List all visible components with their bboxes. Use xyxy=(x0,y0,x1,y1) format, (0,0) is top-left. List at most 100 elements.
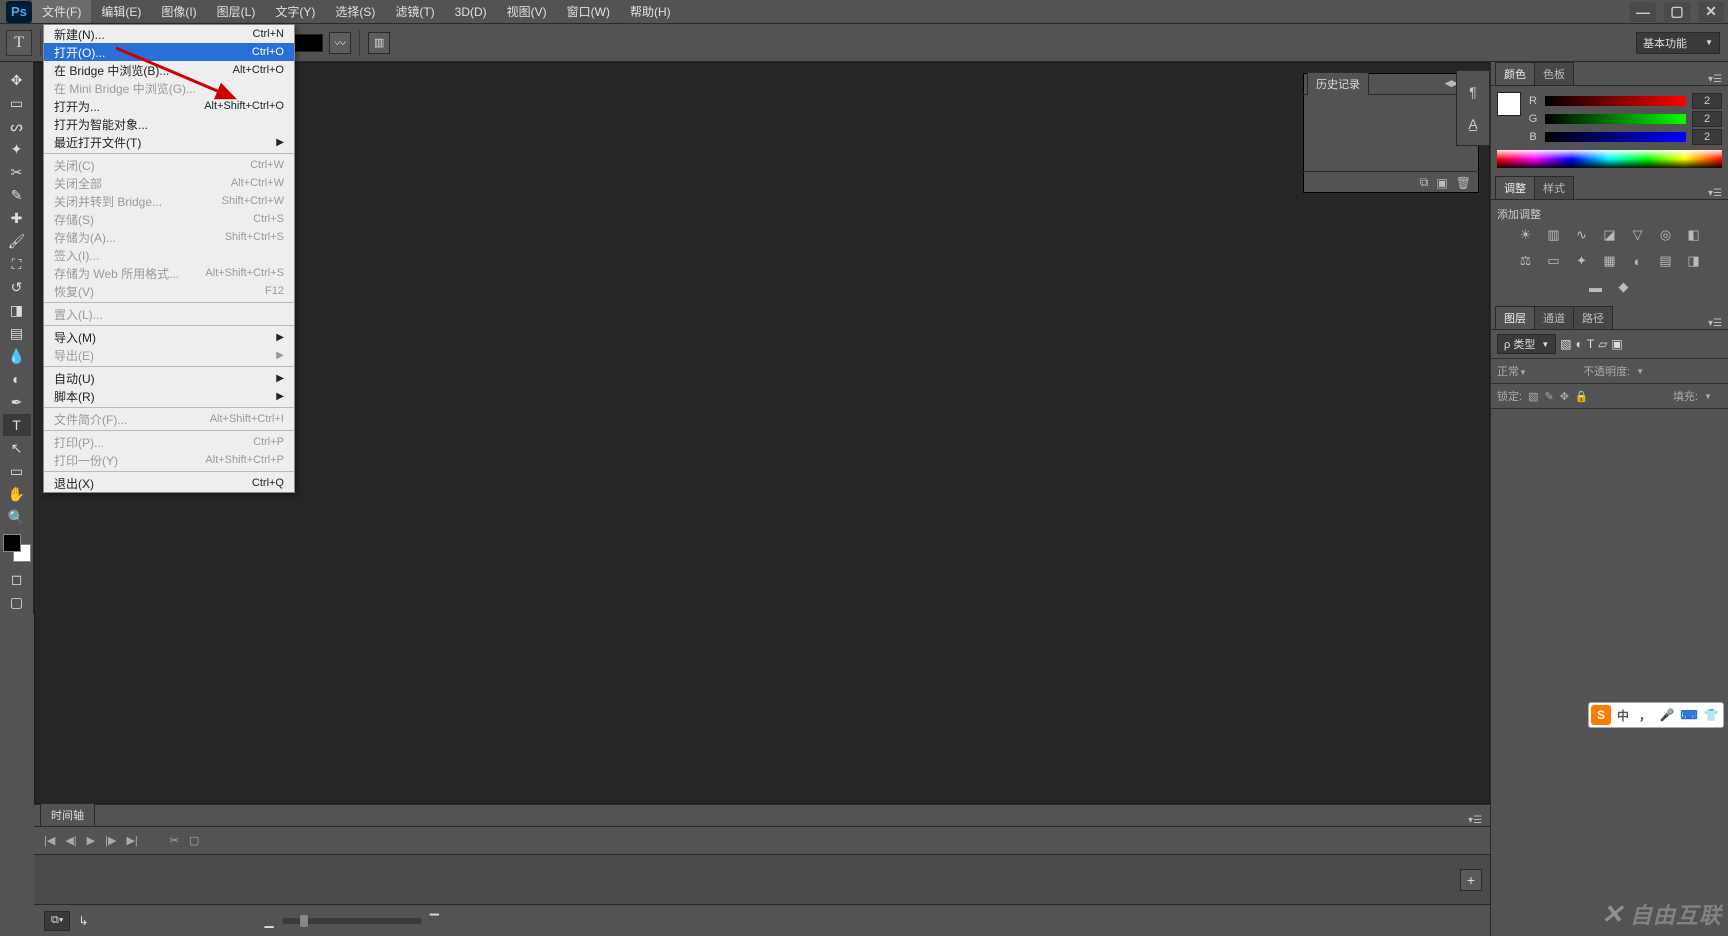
tab-timeline[interactable]: 时间轴 xyxy=(40,803,95,826)
tool-move[interactable]: ✥ xyxy=(3,69,31,91)
menu-item[interactable]: 导入(M)▶ xyxy=(44,328,294,346)
menu-选择[interactable]: 选择(S) xyxy=(325,0,385,23)
timeline-zoom-slider[interactable] xyxy=(282,918,422,924)
tool-hand[interactable]: ✋ xyxy=(3,483,31,505)
window-close-button[interactable]: ✕ xyxy=(1698,2,1724,22)
curves-icon[interactable]: ∿ xyxy=(1572,226,1592,244)
timeline-track-area[interactable]: + xyxy=(34,855,1490,904)
menu-item[interactable]: 自动(U)▶ xyxy=(44,369,294,387)
menu-3d[interactable]: 3D(D) xyxy=(445,0,497,23)
menu-item[interactable]: 打开为智能对象... xyxy=(44,115,294,133)
opacity-field[interactable]: ▼ xyxy=(1636,365,1654,377)
menu-item[interactable]: 脚本(R)▶ xyxy=(44,387,294,405)
ime-skin-icon[interactable]: 👕 xyxy=(1701,705,1721,725)
filter-smart-icon[interactable]: ▣ xyxy=(1611,337,1622,351)
filter-shape-icon[interactable]: ▱ xyxy=(1598,337,1607,351)
levels-icon[interactable]: ▥ xyxy=(1544,226,1564,244)
lock-all-icon[interactable]: 🔒 xyxy=(1575,390,1589,403)
panel-menu-icon[interactable]: ▾☰ xyxy=(1702,74,1728,85)
history-list[interactable] xyxy=(1303,95,1479,171)
slider-b[interactable] xyxy=(1545,132,1686,142)
menu-图像[interactable]: 图像(I) xyxy=(151,0,206,23)
menu-滤镜[interactable]: 滤镜(T) xyxy=(385,0,444,23)
window-minimize-button[interactable]: — xyxy=(1630,2,1656,22)
workspace-dropdown[interactable]: 基本功能 ▼ xyxy=(1636,32,1720,54)
threshold-icon[interactable]: ◨ xyxy=(1684,252,1704,270)
menu-窗口[interactable]: 窗口(W) xyxy=(557,0,620,23)
tool-heal[interactable]: ✚ xyxy=(3,207,31,229)
tool-shape[interactable]: ▭ xyxy=(3,460,31,482)
tab-adjust[interactable]: 调整 xyxy=(1495,176,1535,199)
quick-mask-button[interactable]: ◻ xyxy=(3,568,31,590)
menu-item[interactable]: 新建(N)...Ctrl+N xyxy=(44,25,294,43)
menu-item[interactable]: 退出(X)Ctrl+Q xyxy=(44,474,294,492)
menu-文字[interactable]: 文字(Y) xyxy=(265,0,325,23)
slider-g[interactable] xyxy=(1545,114,1686,124)
trash-icon[interactable]: 🗑 xyxy=(1456,176,1471,190)
add-media-button[interactable]: + xyxy=(1460,869,1482,891)
hue-icon[interactable]: ◎ xyxy=(1656,226,1676,244)
ime-logo-icon[interactable]: S xyxy=(1591,705,1611,725)
transition-icon[interactable]: ▢ xyxy=(189,834,199,847)
window-maximize-button[interactable]: ▢ xyxy=(1664,2,1690,22)
play-icon[interactable]: ▶ xyxy=(87,834,95,847)
tool-lasso[interactable]: ᔕ xyxy=(3,115,31,137)
channel-mixer-icon[interactable]: ✦ xyxy=(1572,252,1592,270)
tool-history-brush[interactable]: ↺ xyxy=(3,276,31,298)
foreground-color-swatch[interactable] xyxy=(1497,92,1521,116)
paragraph-panel-icon[interactable]: ¶ xyxy=(1460,77,1486,107)
tab-styles[interactable]: 样式 xyxy=(1534,176,1574,199)
slider-r[interactable] xyxy=(1545,96,1686,106)
tool-eyedropper[interactable]: ✎ xyxy=(3,184,31,206)
gradient-map-icon[interactable]: ▬ xyxy=(1586,278,1606,296)
ime-toolbar[interactable]: S 中 ， 🎤 ⌨ 👕 xyxy=(1588,702,1724,728)
tab-layers[interactable]: 图层 xyxy=(1495,306,1535,329)
tool-type[interactable]: T xyxy=(3,414,31,436)
history-tab[interactable]: 历史记录 xyxy=(1307,72,1369,95)
keyboard-icon[interactable]: ⌨ xyxy=(1679,705,1699,725)
tool-gradient[interactable]: ▤ xyxy=(3,322,31,344)
menu-图层[interactable]: 图层(L) xyxy=(207,0,266,23)
goto-end-icon[interactable]: ▶| xyxy=(126,834,137,847)
new-snapshot-icon[interactable]: ⧉ xyxy=(1420,175,1429,190)
foreground-swatch[interactable] xyxy=(3,534,21,552)
exposure-icon[interactable]: ◪ xyxy=(1600,226,1620,244)
zoom-in-icon[interactable]: ▔ xyxy=(430,914,439,928)
screen-mode-button[interactable]: ▢ xyxy=(3,591,31,613)
lock-paint-icon[interactable]: ✎ xyxy=(1544,390,1553,403)
current-tool-icon[interactable]: T xyxy=(6,30,32,56)
filter-adjust-icon[interactable]: ◐ xyxy=(1576,337,1583,351)
tool-stamp[interactable]: ⛶ xyxy=(3,253,31,275)
layer-filter-dropdown[interactable]: ρ 类型▼ xyxy=(1497,334,1556,354)
ime-lang-button[interactable]: 中 xyxy=(1613,705,1633,725)
tool-pen[interactable]: ✒ xyxy=(3,391,31,413)
value-b[interactable]: 2 xyxy=(1692,129,1722,145)
value-g[interactable]: 2 xyxy=(1692,111,1722,127)
panel-menu-icon[interactable]: ▾☰ xyxy=(1702,188,1728,199)
tool-marquee[interactable]: ▭ xyxy=(3,92,31,114)
lookup-icon[interactable]: ▦ xyxy=(1600,252,1620,270)
tab-paths[interactable]: 路径 xyxy=(1573,306,1613,329)
tool-brush[interactable]: 🖌 xyxy=(3,230,31,252)
goto-start-icon[interactable]: |◀ xyxy=(44,834,55,847)
zoom-out-icon[interactable]: ▁ xyxy=(265,914,274,928)
menu-视图[interactable]: 视图(V) xyxy=(497,0,557,23)
tool-eraser[interactable]: ◨ xyxy=(3,299,31,321)
balance-icon[interactable]: ⚖ xyxy=(1516,252,1536,270)
menu-item[interactable]: 最近打开文件(T)▶ xyxy=(44,133,294,151)
tool-zoom[interactable]: 🔍 xyxy=(3,506,31,528)
value-r[interactable]: 2 xyxy=(1692,93,1722,109)
panel-menu-icon[interactable]: ▾☰ xyxy=(1702,318,1728,329)
tab-channels[interactable]: 通道 xyxy=(1534,306,1574,329)
selective-color-icon[interactable]: ◆ xyxy=(1614,278,1634,296)
filter-pixel-icon[interactable]: ▧ xyxy=(1560,337,1571,351)
lock-pixels-icon[interactable]: ▧ xyxy=(1528,390,1538,403)
next-frame-icon[interactable]: |▶ xyxy=(105,834,116,847)
bw-icon[interactable]: ◧ xyxy=(1684,226,1704,244)
layers-list[interactable] xyxy=(1491,409,1728,936)
posterize-icon[interactable]: ▤ xyxy=(1656,252,1676,270)
brightness-icon[interactable]: ☀ xyxy=(1516,226,1536,244)
warp-text-button[interactable]: 〰 xyxy=(329,32,351,54)
tool-crop[interactable]: ✂ xyxy=(3,161,31,183)
fill-field[interactable]: ▼ xyxy=(1704,390,1722,402)
